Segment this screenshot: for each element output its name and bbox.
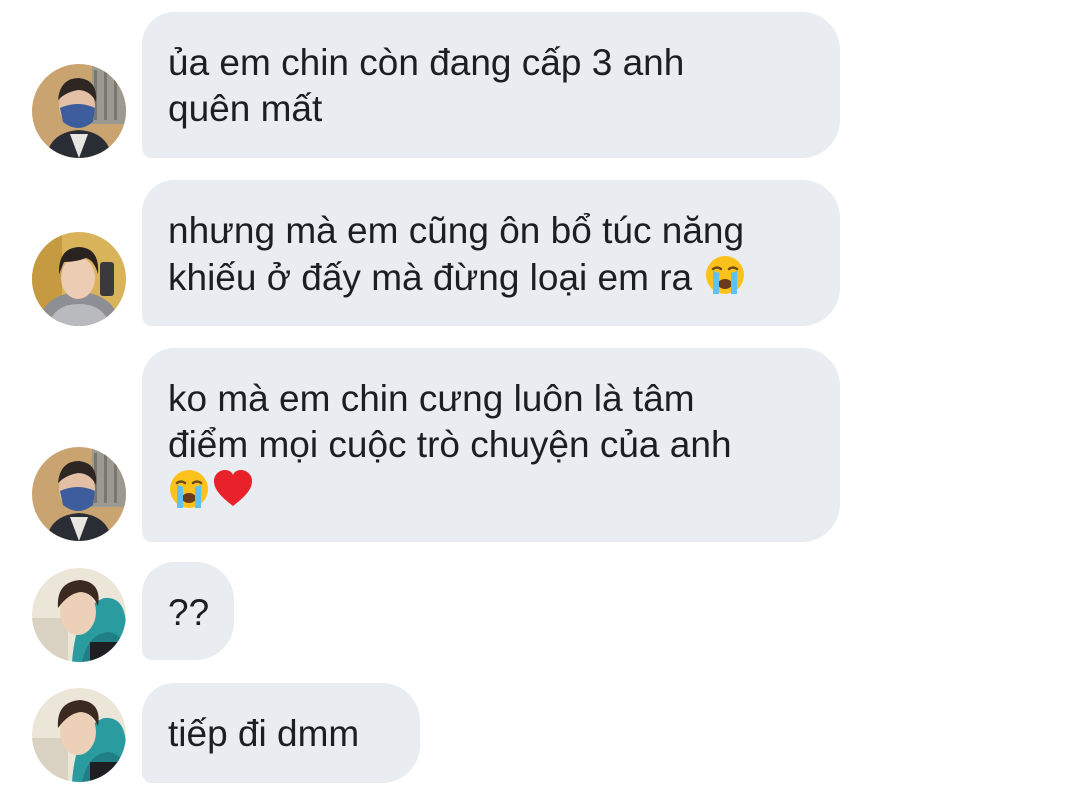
avatar-teal-hood-icon[interactable] bbox=[32, 568, 126, 662]
message-text: ?? bbox=[168, 592, 210, 633]
avatar-masked-icon[interactable] bbox=[32, 447, 126, 541]
message-text: điểm mọi cuộc trò chuyện của anh bbox=[168, 424, 732, 465]
message-text: quên mất bbox=[168, 88, 323, 129]
message-bubble[interactable]: ?? bbox=[142, 562, 234, 660]
message-bubble[interactable]: nhưng mà em cũng ôn bổ túc năng khiếu ở … bbox=[142, 180, 840, 326]
message-text-with-emoji: khiếu ở đấy mà đừng loại em ra bbox=[168, 254, 816, 301]
message-text: ủa em chin còn đang cấp 3 anh bbox=[168, 42, 685, 83]
loudly-crying-face-icon bbox=[168, 468, 210, 510]
avatar-hood-icon[interactable] bbox=[32, 232, 126, 326]
avatar-teal-hood-icon[interactable] bbox=[32, 688, 126, 782]
message-text: ko mà em chin cưng luôn là tâm bbox=[168, 378, 695, 419]
red-heart-icon bbox=[212, 468, 254, 510]
message-bubble[interactable]: tiếp đi dmm bbox=[142, 683, 420, 783]
emoji-line bbox=[168, 468, 816, 515]
message-text: khiếu ở đấy mà đừng loại em ra bbox=[168, 257, 693, 298]
message-bubble[interactable]: ủa em chin còn đang cấp 3 anh quên mất bbox=[142, 12, 840, 158]
message-text: tiếp đi dmm bbox=[168, 713, 360, 754]
message-bubble[interactable]: ko mà em chin cưng luôn là tâm điểm mọi … bbox=[142, 348, 840, 542]
message-text: nhưng mà em cũng ôn bổ túc năng bbox=[168, 210, 745, 251]
avatar-masked-icon[interactable] bbox=[32, 64, 126, 158]
loudly-crying-face-icon bbox=[704, 254, 746, 296]
